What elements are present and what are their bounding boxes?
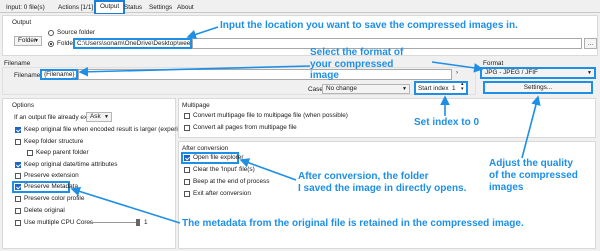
arrow-filename — [78, 65, 311, 77]
arrow-metadata — [70, 186, 181, 224]
arrow-after — [239, 158, 297, 181]
arrow-format — [431, 61, 484, 73]
annotation-format: Select the format of your compressed ima… — [310, 47, 403, 82]
annotation-after-line2: I saved the image in directly opens. — [298, 182, 467, 194]
annotation-format-line3: image — [310, 70, 339, 81]
annotation-quality-line1: Adjust the quality — [489, 158, 573, 169]
annotation-arrows — [70, 26, 541, 224]
annotation-format-line2: your compressed — [310, 58, 394, 70]
annotation-quality-line2: of the compressed — [489, 170, 578, 181]
annotation-index: Set index to 0 — [414, 117, 480, 128]
annotation-location: Input the location you want to save the … — [220, 20, 518, 31]
annotation-quality-line3: images — [489, 182, 524, 193]
arrow-location — [186, 26, 219, 40]
annotation-format-line1: Select the format of — [310, 47, 404, 58]
annotation-after-line1: After conversion, the folder — [298, 171, 429, 182]
annotation-metadata: The metadata from the original file is r… — [182, 218, 524, 229]
arrow-quality — [521, 95, 541, 159]
annotation-quality: Adjust the quality of the compressed ima… — [489, 158, 578, 194]
annotation-after: After conversion, the folder I saved the… — [298, 171, 466, 194]
